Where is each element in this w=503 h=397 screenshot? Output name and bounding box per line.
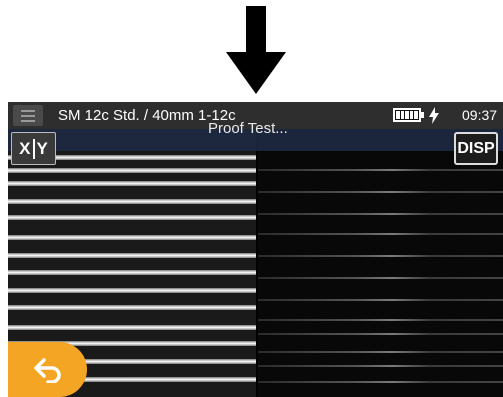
fiber-line <box>8 288 256 293</box>
divider <box>32 138 35 159</box>
xy-view-toggle-button[interactable]: XY <box>11 132 56 165</box>
hamburger-menu-icon[interactable] <box>13 105 43 126</box>
fiber-line <box>8 325 256 330</box>
clock: 09:37 <box>462 107 498 123</box>
fiber-line <box>8 235 256 240</box>
fiber-line <box>258 169 503 171</box>
fiber-line <box>258 213 503 215</box>
battery-icon <box>393 108 421 122</box>
fiber-line <box>8 270 256 275</box>
fiber-line <box>258 365 503 367</box>
down-arrow-icon <box>226 6 286 94</box>
fiber-line <box>8 199 256 204</box>
fiber-line <box>258 255 503 257</box>
fiber-line <box>258 351 503 353</box>
device-screen: SM 12c Std. / 40mm 1-12c 09:37 Proof Tes… <box>8 102 503 397</box>
back-button[interactable] <box>8 342 87 397</box>
fiber-line <box>8 215 256 220</box>
status-message: Proof Test... <box>208 120 288 137</box>
fiber-line <box>8 253 256 258</box>
page: SM 12c Std. / 40mm 1-12c 09:37 Proof Tes… <box>0 0 503 397</box>
fiber-line <box>8 305 256 310</box>
battery-tip <box>421 112 424 118</box>
back-arrow-icon <box>33 357 61 383</box>
fiber-line <box>258 319 503 321</box>
fiber-line <box>258 277 503 279</box>
fiber-line <box>258 381 503 383</box>
fiber-line <box>258 191 503 193</box>
y-label: Y <box>36 138 48 158</box>
fiber-line <box>258 299 503 301</box>
fiber-line <box>8 168 256 173</box>
fiber-view-y <box>258 129 503 397</box>
x-label: X <box>19 138 31 158</box>
fiber-line <box>258 333 503 335</box>
fiber-line <box>258 233 503 235</box>
charging-plug-icon <box>429 107 439 124</box>
fiber-line <box>8 181 256 186</box>
disp-button[interactable]: DISP <box>454 132 498 165</box>
